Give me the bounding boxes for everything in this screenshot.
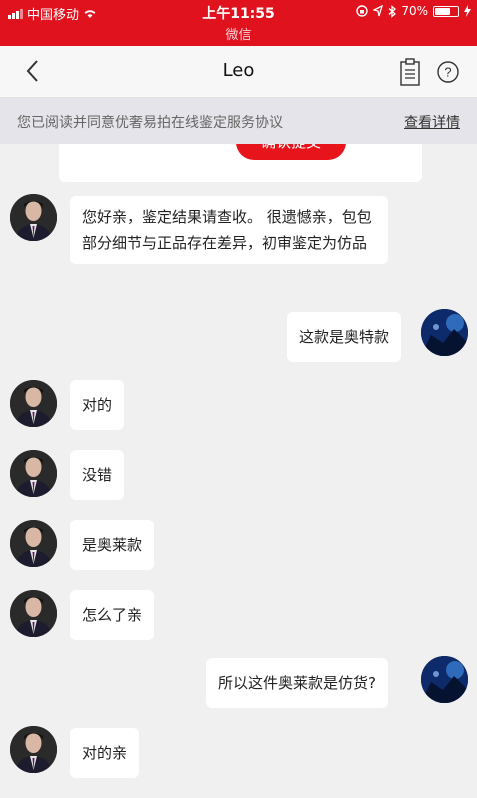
- agent-avatar[interactable]: [10, 194, 57, 241]
- clipboard-button[interactable]: [400, 58, 420, 86]
- user-message-bubble: 所以这件奥莱款是仿货?: [206, 658, 388, 708]
- location-icon: [373, 5, 384, 17]
- agent-avatar[interactable]: [10, 450, 57, 497]
- status-right: 70%: [356, 4, 471, 18]
- chat-area[interactable]: 确认提交 您好亲，鉴定结果请查收。 很遗憾亲，包包部分细节与正品存在差异，初审鉴…: [0, 144, 477, 798]
- orientation-lock-icon: [356, 5, 369, 17]
- bluetooth-icon: [388, 4, 397, 18]
- agent-message-bubble: 对的: [70, 380, 125, 430]
- nav-bar: Leo ?: [0, 46, 477, 98]
- back-button[interactable]: [22, 58, 46, 84]
- agent-message-bubble: 没错: [70, 450, 125, 500]
- charging-icon: [464, 5, 471, 17]
- agent-avatar[interactable]: [10, 380, 57, 427]
- clipboard-icon: [400, 58, 420, 86]
- battery-percent: 70%: [401, 4, 428, 18]
- user-avatar[interactable]: [421, 656, 468, 703]
- help-icon: ?: [437, 61, 459, 83]
- agent-avatar[interactable]: [10, 520, 57, 567]
- app-name: 微信: [225, 28, 252, 43]
- agent-message-bubble: 怎么了亲: [70, 590, 155, 640]
- user-message-bubble: 这款是奥特款: [287, 312, 402, 362]
- agent-message-bubble: 是奥莱款: [70, 520, 155, 570]
- chevron-left-icon: [26, 60, 38, 82]
- help-symbol: ?: [444, 65, 451, 80]
- agent-avatar[interactable]: [10, 590, 57, 637]
- agent-avatar[interactable]: [10, 726, 57, 773]
- agent-message-bubble: 您好亲，鉴定结果请查收。 很遗憾亲，包包部分细节与正品存在差异，初审鉴定为仿品: [70, 196, 388, 264]
- notice-text: 您已阅读并同意优奢易拍在线鉴定服务协议: [17, 115, 283, 131]
- view-details-link[interactable]: 查看详情: [404, 112, 460, 132]
- confirm-submit-button[interactable]: 确认提交: [236, 144, 346, 160]
- battery-icon: [433, 5, 459, 17]
- agent-message-bubble: 对的亲: [70, 728, 140, 778]
- help-button[interactable]: ?: [436, 60, 460, 84]
- status-bar: 中国移动 上午11:55 70% 微信: [0, 0, 477, 46]
- user-avatar[interactable]: [421, 309, 468, 356]
- agreement-notice: 您已阅读并同意优奢易拍在线鉴定服务协议 查看详情: [0, 98, 477, 144]
